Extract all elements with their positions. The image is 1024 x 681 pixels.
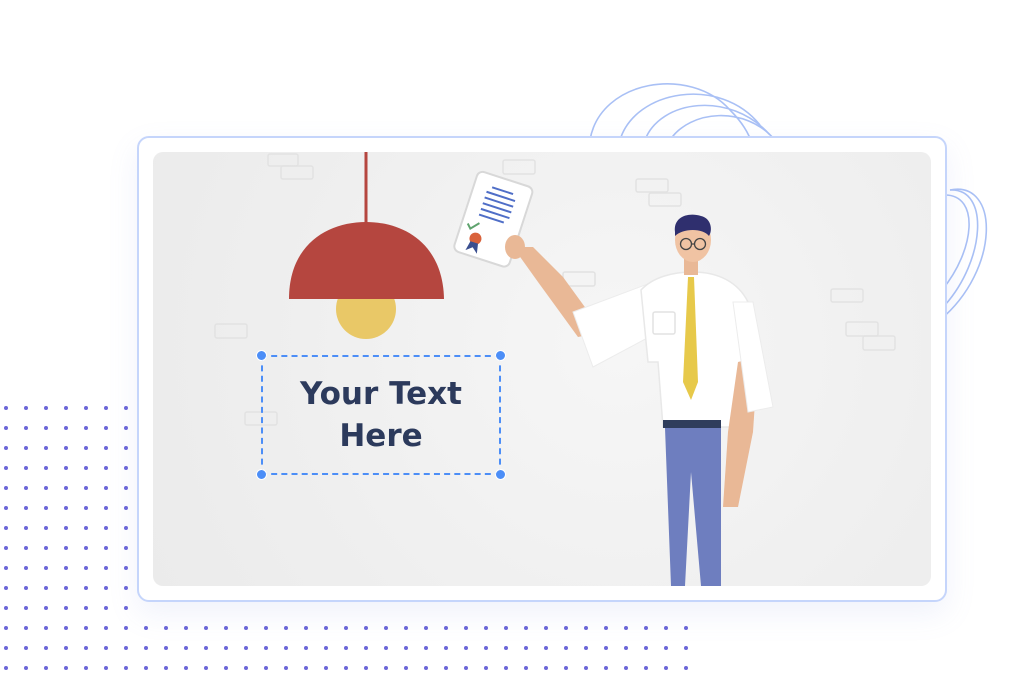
pendant-lamp-icon — [289, 152, 444, 339]
presenter-character-illustration — [505, 214, 774, 586]
slide-canvas[interactable]: Your Text Here — [153, 152, 931, 586]
slide-frame: Your Text Here — [137, 136, 947, 602]
resize-handle-bottom-left[interactable] — [256, 469, 267, 480]
resize-handle-bottom-right[interactable] — [495, 469, 506, 480]
resize-handle-top-right[interactable] — [495, 350, 506, 361]
text-placeholder[interactable]: Your Text Here — [300, 373, 462, 457]
resize-handle-top-left[interactable] — [256, 350, 267, 361]
text-placeholder-box[interactable]: Your Text Here — [256, 350, 506, 480]
